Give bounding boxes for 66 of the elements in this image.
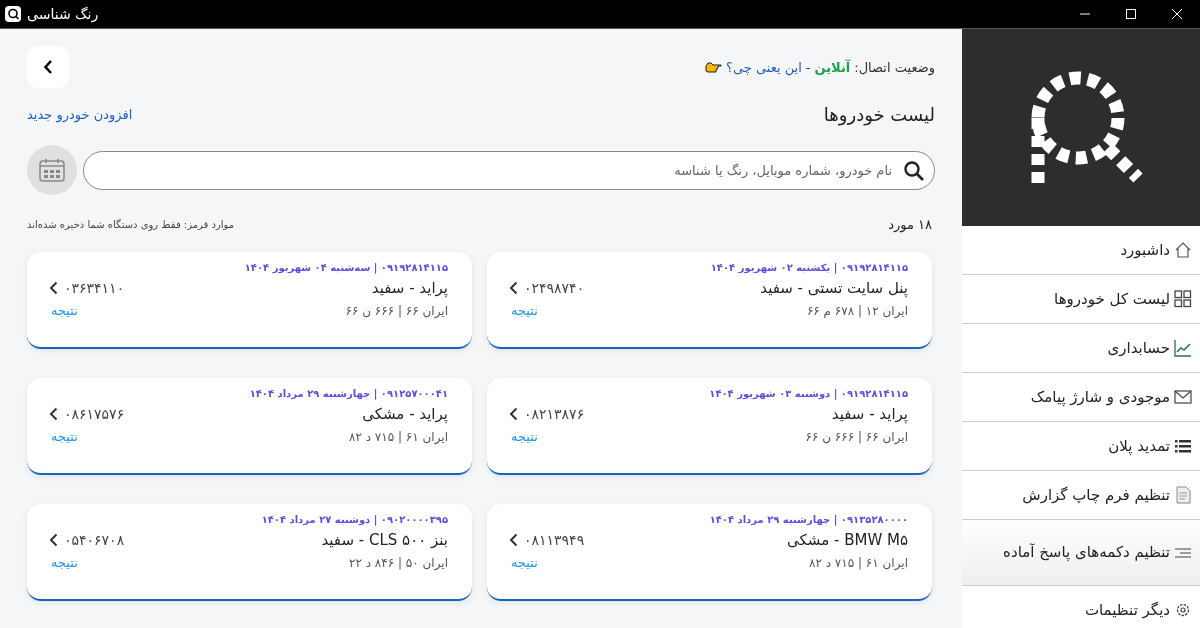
car-code: ۰۳۶۳۴۱۱۰ — [64, 280, 125, 296]
chevron-left-icon — [509, 533, 518, 547]
car-title: پراید - سفید — [371, 279, 448, 297]
envelope-icon — [1174, 388, 1192, 406]
car-code: ۰۸۶۱۷۵۷۶ — [64, 406, 125, 422]
car-title: BMW M۵ - مشکی — [787, 531, 908, 549]
sidebar-item[interactable]: لیست کل خودروها — [962, 275, 1200, 324]
car-card[interactable]: ۰۹۱۳۵۲۸۰۰۰۰ | چهارشنبه ۲۹ مرداد ۱۴۰۴ BMW M۵ - مشکی ۰۸۱۱۳۹۴۹ ایران ۶۱ | ۷۱۵ د ۸۲ نتیجه — [487, 504, 932, 601]
car-meta: ۰۹۱۹۲۸۱۴۱۱۵ | دوشنبه ۰۳ شهریور ۱۴۰۴ — [709, 388, 908, 399]
sidebar-item[interactable]: تمدید پلان — [962, 422, 1200, 471]
car-title: پنل سایت تستی - سفید — [760, 279, 908, 297]
car-meta: ۰۹۱۹۲۸۱۴۱۱۵ | یکشنبه ۰۲ شهریور ۱۴۰۴ — [710, 262, 908, 273]
car-card[interactable]: ۰۹۱۲۵۷۰۰۰۴۱ | چهارشنبه ۲۹ مرداد ۱۴۰۴ پراید - مشکی ۰۸۶۱۷۵۷۶ ایران ۶۱ | ۷۱۵ د ۸۲ نتیجه — [27, 378, 472, 475]
calendar-button[interactable] — [27, 145, 77, 195]
car-card[interactable]: ۰۹۱۹۲۸۱۴۱۱۵ | سه‌شنبه ۰۴ شهریور ۱۴۰۴ پراید - سفید ۰۳۶۳۴۱۱۰ ایران ۶۶ | ۶۶۶ ن ۶۶ نتیجه — [27, 252, 472, 349]
item-count: ۱۸ مورد — [888, 217, 932, 232]
car-meta: ۰۹۱۲۵۷۰۰۰۴۱ | چهارشنبه ۲۹ مرداد ۱۴۰۴ — [249, 388, 448, 399]
car-code: ۰۸۱۱۳۹۴۹ — [524, 532, 585, 548]
chevron-left-icon — [49, 281, 58, 295]
car-title: پراید - سفید — [831, 405, 908, 423]
plate-number: ایران ۶۶ | ۶۶۶ ن ۶۶ — [345, 303, 448, 318]
car-code: ۰۲۴۹۸۷۴۰ — [524, 280, 585, 296]
car-card[interactable]: ۰۹۱۹۲۸۱۴۱۱۵ | یکشنبه ۰۲ شهریور ۱۴۰۴ پنل سایت تستی - سفید ۰۲۴۹۸۷۴۰ ایران ۱۲ | ۶۷۸ م ۶۶ نتیجه — [487, 252, 932, 349]
back-button[interactable] — [27, 46, 69, 88]
car-code: ۰۸۲۱۳۸۷۶ — [524, 406, 585, 422]
chevron-left-icon — [49, 407, 58, 421]
separator-dash: - — [805, 59, 811, 75]
plate-number: ایران ۶۱ | ۷۱۵ د ۸۲ — [808, 555, 908, 570]
app-logo-icon — [5, 6, 21, 22]
connection-status: آنلاین — [814, 59, 851, 75]
add-car-link[interactable]: افزودن خودرو جدید — [27, 107, 133, 122]
grid-icon — [1174, 290, 1192, 308]
plate-number: ایران ۶۱ | ۷۱۵ د ۸۲ — [348, 429, 448, 444]
storage-note: موارد قرمز: فقط روی دستگاه شما ذخیره شده‌اند — [27, 219, 235, 230]
line-chart-icon — [1174, 339, 1192, 357]
sidebar-item[interactable]: دیگر تنظیمات — [962, 586, 1200, 628]
chevron-left-icon — [509, 281, 518, 295]
chevron-left-icon — [49, 533, 58, 547]
chevron-left-icon — [43, 59, 53, 75]
sidebar-item[interactable]: داشبورد — [962, 226, 1200, 275]
home-icon — [1174, 241, 1192, 259]
plate-number: ایران ۶۶ | ۶۶۶ ن ۶۶ — [805, 429, 908, 444]
search-icon — [903, 159, 925, 182]
plate-number: ایران ۵۰ | ۸۴۶ د ۲۲ — [348, 555, 448, 570]
search-field[interactable]: نام خودرو، شماره موبایل، رنگ یا شناسه — [83, 150, 935, 190]
car-code: ۰۵۴۰۶۷۰۸ — [64, 532, 125, 548]
car-title: پراید - مشکی — [362, 405, 448, 423]
car-meta: ۰۹۰۲۰۰۰۰۳۹۵ | دوشنبه ۲۷ مرداد ۱۴۰۴ — [261, 514, 448, 525]
car-meta: ۰۹۱۹۲۸۱۴۱۱۵ | سه‌شنبه ۰۴ شهریور ۱۴۰۴ — [244, 262, 448, 273]
page-heading: لیست خودروها — [823, 104, 935, 125]
settings-icon — [1174, 601, 1192, 619]
calendar-icon — [39, 158, 65, 182]
connection-label: وضعیت اتصال: — [854, 59, 935, 75]
pointing-hand-icon — [705, 61, 722, 73]
sidebar-item[interactable]: موجودی و شارژ پیامک — [962, 373, 1200, 422]
help-link[interactable]: این یعنی چی؟ — [726, 59, 802, 75]
sidebar-item[interactable]: حسابداری — [962, 324, 1200, 373]
plate-number: ایران ۱۲ | ۶۷۸ م ۶۶ — [806, 303, 908, 318]
document-icon — [1174, 486, 1192, 504]
list-icon — [1174, 437, 1192, 455]
car-card[interactable]: ۰۹۰۲۰۰۰۰۳۹۵ | دوشنبه ۲۷ مرداد ۱۴۰۴ بنز CLS ۵۰۰ - سفید ۰۵۴۰۶۷۰۸ ایران ۵۰ | ۸۴۶ د ۲۲ نتیجه — [27, 504, 472, 601]
car-meta: ۰۹۱۳۵۲۸۰۰۰۰ | چهارشنبه ۲۹ مرداد ۱۴۰۴ — [709, 514, 908, 525]
chevron-left-icon — [509, 407, 518, 421]
window-title: رنگ شناسی — [27, 6, 99, 22]
car-card[interactable]: ۰۹۱۹۲۸۱۴۱۱۵ | دوشنبه ۰۳ شهریور ۱۴۰۴ پراید - سفید ۰۸۲۱۳۸۷۶ ایران ۶۶ | ۶۶۶ ن ۶۶ نتیجه — [487, 378, 932, 475]
car-title: بنز CLS ۵۰۰ - سفید — [321, 531, 448, 549]
